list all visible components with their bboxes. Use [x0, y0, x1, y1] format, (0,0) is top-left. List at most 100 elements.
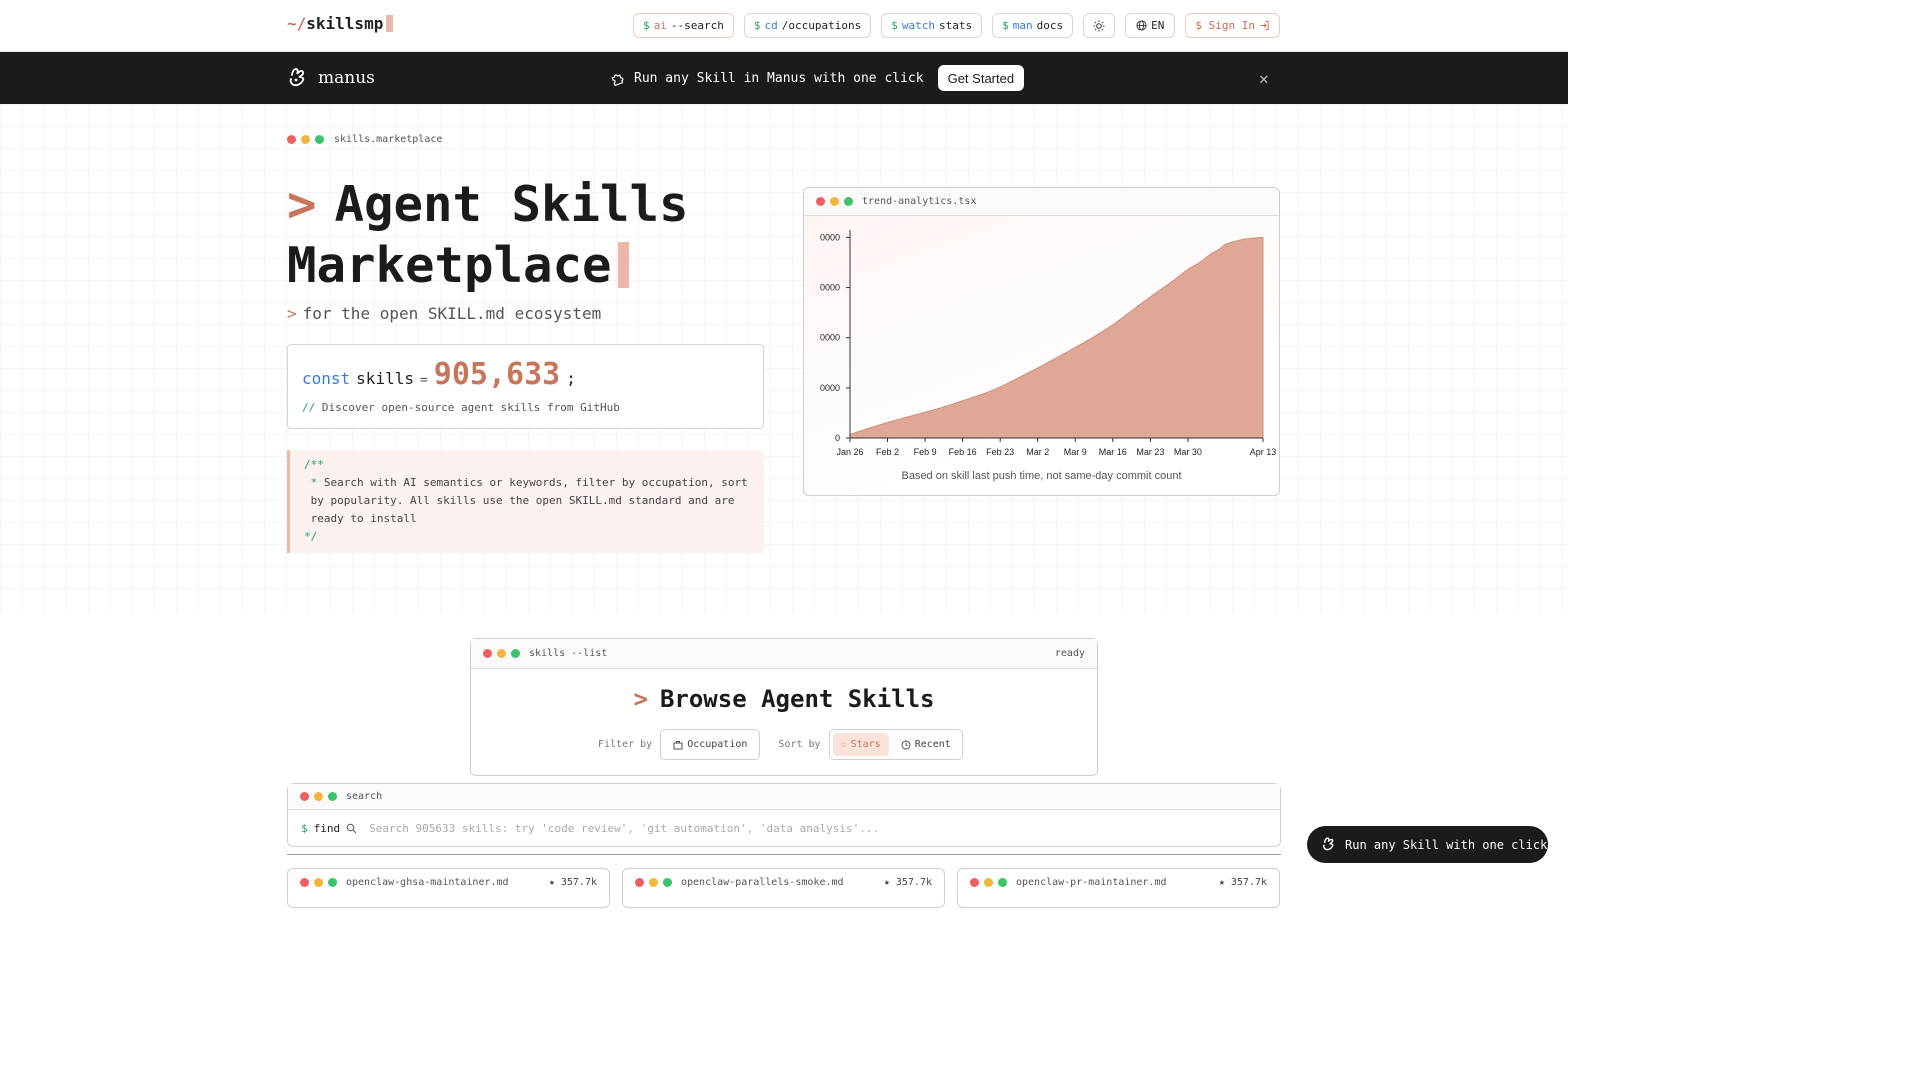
- title-prompt: >: [287, 176, 317, 233]
- window-dots: [483, 649, 520, 658]
- nav-cmd: ai: [653, 19, 667, 32]
- window-dots: [287, 135, 324, 144]
- search-icon: [346, 823, 357, 834]
- skill-card[interactable]: openclaw-pr-maintainer.md ★ 357.7k: [957, 868, 1280, 908]
- nav-docs-button[interactable]: $ man docs: [992, 13, 1074, 38]
- logo-cursor: [386, 15, 394, 32]
- page-subtitle: > for the open SKILL.md ecosystem: [287, 304, 601, 323]
- y-tick-label: 0000: [820, 383, 840, 393]
- skill-card[interactable]: openclaw-ghsa-maintainer.md ★ 357.7k: [287, 868, 610, 908]
- occupation-filter-button[interactable]: Occupation: [660, 729, 761, 760]
- doc-open: /**: [304, 458, 324, 471]
- language-button[interactable]: EN: [1125, 13, 1176, 38]
- get-started-button[interactable]: Get Started: [937, 65, 1025, 91]
- sort-stars-button[interactable]: ☆ Stars: [832, 733, 889, 756]
- description-docblock: /** * Search with AI semantics or keywor…: [287, 450, 764, 553]
- sort-recent-button[interactable]: Recent: [893, 733, 959, 756]
- logo-text: skillsmp: [306, 14, 384, 33]
- promo-banner: manus Run any Skill in Manus with one cl…: [0, 52, 1568, 104]
- top-nav: ~/ skillsmp $ ai --search $ cd /occupati…: [0, 0, 1568, 52]
- window-dots: [300, 878, 337, 887]
- window-dots: [970, 878, 1007, 887]
- chart-filename: trend-analytics.tsx: [862, 196, 977, 207]
- nav-stats-button[interactable]: $ watch stats: [881, 13, 983, 38]
- briefcase-icon: [673, 740, 683, 749]
- filter-label: Filter by: [598, 739, 653, 750]
- puzzle-icon: [611, 74, 624, 86]
- const-semicolon: ;: [566, 369, 576, 388]
- x-tick-label: Feb 23: [986, 447, 1014, 457]
- floating-run-skill-button[interactable]: Run any Skill with one click: [1307, 826, 1548, 863]
- y-tick-label: 0000: [820, 283, 840, 293]
- page-title: > Agent Skills Marketplace: [287, 174, 689, 296]
- skill-count-box: const skills = 905,633 ; // Discover ope…: [287, 344, 764, 429]
- x-tick-label: Mar 9: [1064, 447, 1087, 457]
- divider: [287, 854, 1281, 855]
- manus-logo[interactable]: manus: [287, 66, 375, 90]
- x-tick-label: Feb 16: [949, 447, 977, 457]
- search-placeholder: Search 905633 skills: try 'code review',…: [369, 822, 880, 835]
- prompt-dollar: $: [301, 822, 308, 835]
- nav-arg: stats: [939, 19, 973, 32]
- sort-label: Sort by: [778, 739, 821, 750]
- clock-icon: [901, 740, 911, 749]
- search-panel: search $ find Search 905633 skills: try …: [287, 783, 1281, 847]
- prompt-dollar: $: [891, 19, 898, 32]
- browse-title-text: Browse Agent Skills: [659, 685, 935, 713]
- sign-in-button[interactable]: $ Sign In: [1185, 13, 1280, 38]
- breadcrumb: skills.marketplace: [287, 134, 442, 145]
- trend-chart-card: trend-analytics.tsx 0 0000 0000 0000 0000 Jan…: [803, 187, 1280, 496]
- star-count: 357.7k: [560, 877, 597, 888]
- close-icon[interactable]: ✕: [1259, 69, 1269, 88]
- banner-message: Run any Skill in Manus with one click Ge…: [610, 65, 1025, 91]
- theme-toggle-button[interactable]: [1083, 13, 1116, 38]
- y-tick-label: 0: [835, 433, 840, 443]
- doc-close: */: [304, 530, 318, 543]
- prompt-dollar: $: [643, 19, 650, 32]
- browse-label: skills --list: [529, 648, 608, 659]
- sun-icon: [1093, 20, 1105, 31]
- nav-arg: --search: [670, 19, 724, 32]
- search-input[interactable]: $ find Search 905633 skills: try 'code r…: [301, 822, 879, 835]
- breadcrumb-text: skills.marketplace: [334, 134, 443, 145]
- nav-buttons: $ ai --search $ cd /occupations $ watch …: [633, 13, 1280, 38]
- nav-ai-search-button[interactable]: $ ai --search: [633, 13, 734, 38]
- login-icon: [1260, 20, 1269, 31]
- x-tick-label: Feb 9: [914, 447, 937, 457]
- x-tick-label: Mar 16: [1099, 447, 1127, 457]
- const-equals: =: [419, 373, 428, 388]
- doc-line-1: Search with AI semantics or keywords, fi…: [323, 476, 748, 489]
- comment-text: Discover open-source agent skills from G…: [321, 401, 620, 414]
- nav-occupations-button[interactable]: $ cd /occupations: [743, 13, 872, 38]
- logo-tilde: ~/: [287, 14, 307, 33]
- sort-stars-label: Stars: [850, 739, 881, 750]
- x-tick-label: Jan 26: [836, 447, 863, 457]
- comment-slashes: //: [302, 401, 316, 414]
- chart-footnote: Based on skill last push time, not same-…: [901, 470, 1182, 482]
- hero-section: skills.marketplace > Agent Skills Marketp…: [0, 104, 1568, 610]
- window-dots: [300, 792, 337, 801]
- skill-card-stars: ★ 357.7k: [1218, 877, 1267, 888]
- site-logo[interactable]: ~/ skillsmp: [287, 14, 394, 33]
- nav-arg: docs: [1036, 19, 1064, 32]
- manus-hand-icon: [1323, 837, 1334, 851]
- language-label: EN: [1151, 19, 1165, 32]
- floating-label: Run any Skill with one click: [1345, 837, 1548, 852]
- title-line-1: Agent Skills: [334, 176, 689, 233]
- doc-line-2: by popularity. All skills use the open S…: [310, 494, 735, 507]
- skill-card-name: openclaw-parallels-smoke.md: [681, 877, 844, 888]
- x-tick-label: Mar 23: [1136, 447, 1164, 457]
- x-tick-label: Apr 13: [1250, 447, 1277, 457]
- x-tick-label: Feb 2: [876, 447, 899, 457]
- prompt-dollar: $: [1002, 19, 1009, 32]
- star-count: 357.7k: [1230, 877, 1267, 888]
- nav-arg: /occupations: [781, 19, 862, 32]
- star-count: 357.7k: [895, 877, 932, 888]
- subtitle-prompt: >: [287, 304, 297, 323]
- search-header: search: [288, 784, 1280, 810]
- browse-controls: Filter by Occupation Sort by ☆ Stars Rec…: [598, 729, 963, 760]
- skill-card[interactable]: openclaw-parallels-smoke.md ★ 357.7k: [622, 868, 945, 908]
- occupation-filter-label: Occupation: [687, 739, 748, 750]
- const-name: skills: [356, 369, 414, 388]
- nav-cmd: watch: [901, 19, 936, 32]
